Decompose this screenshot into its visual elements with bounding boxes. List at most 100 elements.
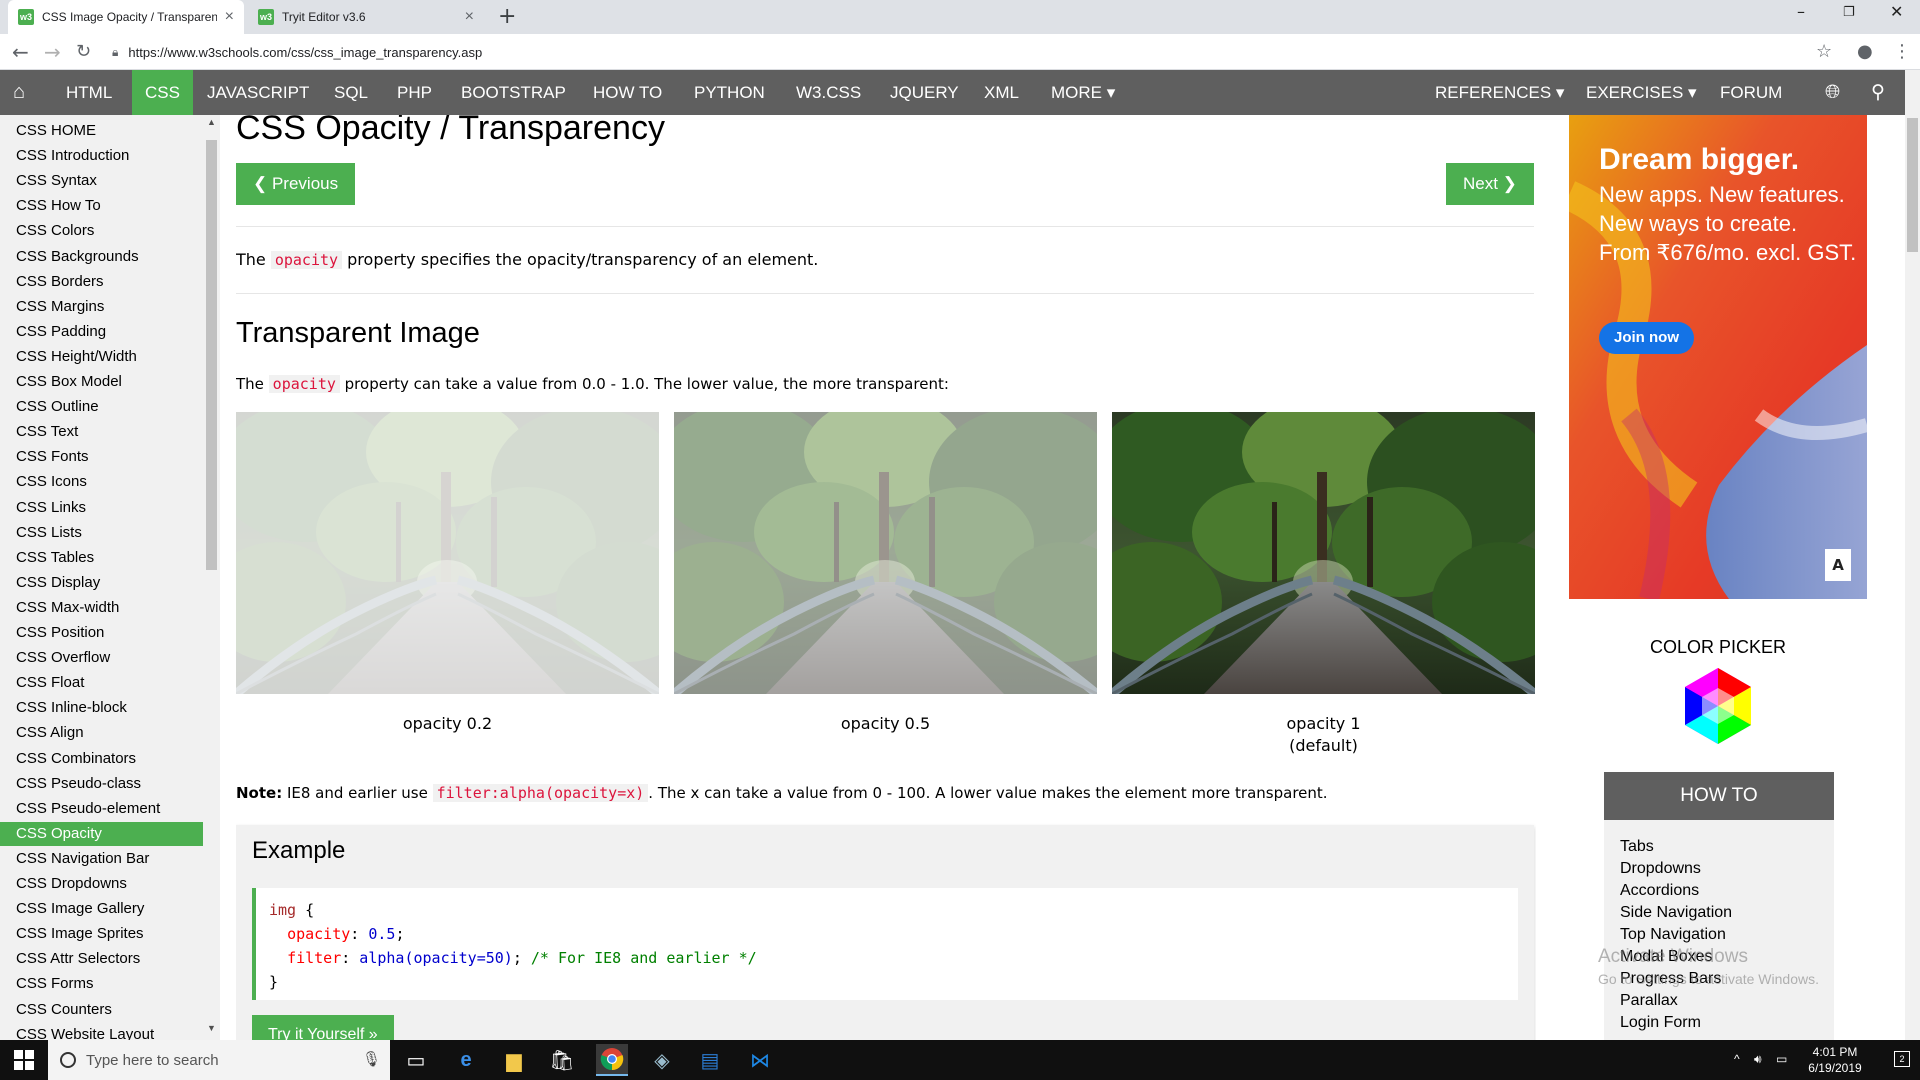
sidebar-item[interactable]: CSS Website Layout [0, 1023, 203, 1040]
browser-tab-active[interactable]: w3 CSS Image Opacity / Transparency × [8, 0, 244, 34]
sidebar-item[interactable]: CSS Tables [0, 546, 203, 570]
sidebar-item[interactable]: CSS Dropdowns [0, 872, 203, 896]
nav-item-exercises[interactable]: EXERCISES ▾ [1573, 70, 1710, 115]
browser-tab[interactable]: w3 Tryit Editor v3.6 × [248, 0, 484, 34]
sidebar-item[interactable]: CSS Opacity [0, 821, 203, 846]
nav-item-forum[interactable]: FORUM [1707, 70, 1795, 115]
sidebar-item[interactable]: CSS Align [0, 721, 203, 745]
sidebar-item[interactable]: CSS Image Sprites [0, 922, 203, 946]
nav-item-w3css[interactable]: W3.CSS [783, 70, 874, 115]
close-tab-icon[interactable]: × [225, 8, 234, 26]
word-icon[interactable]: ▤ [694, 1044, 726, 1076]
nav-item-references[interactable]: REFERENCES ▾ [1422, 70, 1577, 115]
sidebar-item[interactable]: CSS Text [0, 420, 203, 444]
nav-item-bootstrap[interactable]: BOOTSTRAP [448, 70, 579, 115]
page-scrollbar-thumb[interactable] [1907, 118, 1918, 252]
bookmark-star-icon[interactable]: ☆ [1816, 41, 1832, 62]
sidebar-item[interactable]: CSS Image Gallery [0, 897, 203, 921]
sidebar-item[interactable]: CSS Float [0, 671, 203, 695]
show-hidden-icons-icon[interactable]: ^ [1734, 1052, 1740, 1066]
howto-item[interactable]: Accordions [1620, 882, 1699, 900]
nav-item-css[interactable]: CSS [132, 70, 193, 115]
sidebar-item[interactable]: CSS Borders [0, 270, 203, 294]
sidebar-item[interactable]: CSS Padding [0, 320, 203, 344]
sidebar-item[interactable]: CSS Colors [0, 219, 203, 243]
nav-item-html[interactable]: HTML [53, 70, 125, 115]
howto-item[interactable]: Top Navigation [1620, 926, 1726, 944]
globe-icon[interactable]: 🌐︎ [1812, 70, 1853, 115]
edge-browser-icon[interactable]: e [450, 1044, 482, 1076]
back-arrow-icon[interactable]: ← [12, 40, 29, 64]
sidebar-item[interactable]: CSS Counters [0, 998, 203, 1022]
sidebar-item[interactable]: CSS Margins [0, 295, 203, 319]
try-it-yourself-button[interactable]: Try it Yourself » [252, 1015, 394, 1040]
close-window-icon[interactable]: ✕ [1890, 2, 1903, 21]
sidebar-item[interactable]: CSS Lists [0, 521, 203, 545]
howto-item[interactable]: Side Navigation [1620, 904, 1732, 922]
sidebar-item[interactable]: CSS Outline [0, 395, 203, 419]
volume-icon[interactable]: 🔊︎ [1754, 1052, 1762, 1067]
nav-item-php[interactable]: PHP [384, 70, 445, 115]
sidebar-item[interactable]: CSS Overflow [0, 646, 203, 670]
nav-item-javascript[interactable]: JAVASCRIPT [194, 70, 322, 115]
sidebar-item[interactable]: CSS HOME [0, 119, 203, 143]
store-icon[interactable]: 🛍︎ [546, 1044, 578, 1076]
home-icon[interactable]: ⌂ [13, 70, 25, 115]
sidebar-item[interactable]: CSS Box Model [0, 370, 203, 394]
sidebar-scrollbar-thumb[interactable] [206, 140, 217, 570]
vscode-icon[interactable]: ⋈ [744, 1044, 776, 1076]
adobe-advertisement[interactable]: Dream bigger. New apps. New features. Ne… [1569, 115, 1867, 599]
nav-item-jquery[interactable]: JQUERY [877, 70, 972, 115]
howto-item[interactable]: Parallax [1620, 992, 1678, 1010]
sidebar-item[interactable]: CSS Inline-block [0, 696, 203, 720]
previous-button[interactable]: ❮ Previous [236, 163, 356, 205]
minimize-icon[interactable]: – [1797, 2, 1805, 21]
sidebar-item[interactable]: CSS Syntax [0, 169, 203, 193]
nav-item-python[interactable]: PYTHON [681, 70, 778, 115]
forward-arrow-icon[interactable]: → [44, 40, 61, 64]
howto-item[interactable]: Dropdowns [1620, 860, 1701, 878]
scroll-up-arrow-icon[interactable]: ▲ [207, 117, 216, 127]
windows-start-icon[interactable] [14, 1050, 34, 1070]
notification-center-icon[interactable]: 2 [1894, 1051, 1910, 1067]
sidebar-item[interactable]: CSS How To [0, 194, 203, 218]
sidebar-item[interactable]: CSS Combinators [0, 747, 203, 771]
sidebar-item[interactable]: CSS Links [0, 496, 203, 520]
task-view-icon[interactable]: ▭ [400, 1044, 432, 1076]
file-explorer-icon[interactable]: ▆ [498, 1044, 530, 1076]
scroll-down-arrow-icon[interactable]: ▼ [207, 1023, 216, 1033]
sidebar-item[interactable]: CSS Pseudo-class [0, 772, 203, 796]
account-icon[interactable]: ● [1857, 41, 1873, 62]
join-now-button[interactable]: Join now [1599, 322, 1694, 354]
menu-kebab-icon[interactable]: ⋮ [1893, 41, 1911, 62]
nav-item-more[interactable]: MORE ▾ [1038, 70, 1128, 115]
sidebar-item[interactable]: CSS Height/Width [0, 345, 203, 369]
taskbar-search-box[interactable]: Type here to search [48, 1040, 390, 1080]
sidebar-item[interactable]: CSS Display [0, 571, 203, 595]
sidebar-item[interactable]: CSS Forms [0, 972, 203, 996]
sidebar-item[interactable]: CSS Backgrounds [0, 245, 203, 269]
sidebar-item[interactable]: CSS Navigation Bar [0, 847, 203, 871]
search-icon[interactable]: ⚲ [1858, 70, 1898, 115]
new-tab-icon[interactable]: + [498, 4, 516, 29]
next-button[interactable]: Next ❯ [1446, 163, 1534, 205]
howto-item[interactable]: Tabs [1620, 838, 1654, 856]
sidebar-item[interactable]: CSS Introduction [0, 144, 203, 168]
chrome-icon[interactable] [596, 1044, 628, 1076]
nav-item-howto[interactable]: HOW TO [580, 70, 675, 115]
close-tab-icon[interactable]: × [465, 8, 474, 26]
address-bar[interactable]: 🔒︎ https://www.w3schools.com/css/css_ima… [112, 38, 1832, 66]
reload-icon[interactable]: ↻ [76, 41, 91, 62]
microphone-icon[interactable]: 🎙︎ [362, 1050, 381, 1068]
restore-icon[interactable]: ❐ [1843, 5, 1855, 20]
app-icon[interactable]: ◈ [646, 1044, 678, 1076]
sidebar-item[interactable]: CSS Fonts [0, 445, 203, 469]
sidebar-item[interactable]: CSS Max-width [0, 596, 203, 620]
color-picker-wheel-icon[interactable] [1678, 666, 1758, 746]
howto-item[interactable]: Login Form [1620, 1014, 1701, 1032]
network-icon[interactable]: ▭ [1776, 1052, 1787, 1066]
sidebar-item[interactable]: CSS Attr Selectors [0, 947, 203, 971]
taskbar-clock[interactable]: 4:01 PM 6/19/2019 [1790, 1044, 1880, 1076]
nav-item-sql[interactable]: SQL [321, 70, 381, 115]
sidebar-item[interactable]: CSS Pseudo-element [0, 797, 203, 821]
